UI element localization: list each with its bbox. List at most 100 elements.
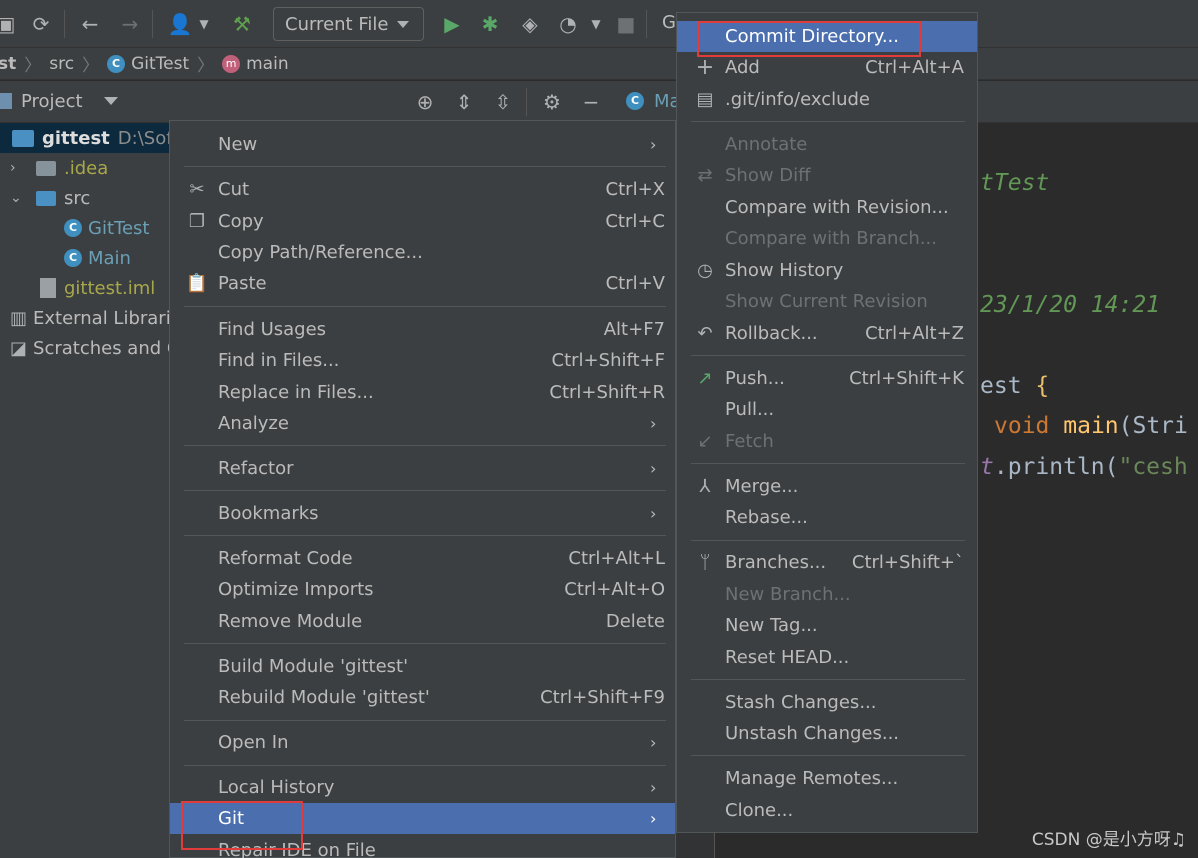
menu-item-show-current-revision[interactable]: Show Current Revision	[677, 286, 977, 317]
menu-item-local-history[interactable]: Local History ›	[170, 772, 675, 803]
menu-item-build-module[interactable]: Build Module 'gittest'	[170, 651, 675, 682]
code-line: 23/1/20 14:21	[980, 292, 1161, 318]
gear-icon[interactable]: ⚙	[538, 88, 566, 116]
expand-all-icon[interactable]: ⇕	[450, 88, 478, 116]
tree-item-label: GitTest	[88, 217, 150, 239]
class-icon: C	[64, 219, 82, 237]
menu-item-merge[interactable]: ⅄ Merge...	[677, 471, 977, 502]
menu-item-new-branch[interactable]: New Branch...	[677, 579, 977, 610]
tree-item-external-libraries[interactable]: ▥ External Librari	[10, 303, 171, 333]
menu-item-compare-revision[interactable]: Compare with Revision...	[677, 192, 977, 223]
menu-item-label: .git/info/exclude	[725, 89, 870, 110]
menu-item-reformat-code[interactable]: Reformat Code Ctrl+Alt+L	[170, 543, 675, 574]
menu-item-paste[interactable]: 📋 Paste Ctrl+V	[170, 268, 675, 299]
menu-item-refactor[interactable]: Refactor ›	[170, 453, 675, 484]
menu-item-find-in-files[interactable]: Find in Files... Ctrl+Shift+F	[170, 345, 675, 376]
menu-item-label: New	[218, 134, 258, 155]
tree-item-scratches[interactable]: ◪ Scratches and C	[10, 333, 179, 363]
git-toolbar-label[interactable]: G	[662, 12, 676, 33]
locate-target-icon[interactable]: ⊕	[411, 88, 439, 116]
menu-item-show-history[interactable]: ◷ Show History	[677, 255, 977, 286]
scratches-icon: ◪	[10, 337, 28, 359]
run-configuration-label: Current File	[285, 13, 389, 35]
menu-item-new-tag[interactable]: New Tag...	[677, 610, 977, 641]
menu-item-optimize-imports[interactable]: Optimize Imports Ctrl+Alt+O	[170, 574, 675, 605]
chevron-right-icon: ›	[650, 459, 657, 478]
tree-item-label: .idea	[64, 157, 109, 179]
menu-item-analyze[interactable]: Analyze ›	[170, 408, 675, 439]
clipboard-icon: 📋	[185, 273, 209, 294]
chevron-right-icon: ›	[650, 135, 657, 154]
menu-item-rebuild-module[interactable]: Rebuild Module 'gittest' Ctrl+Shift+F9	[170, 682, 675, 713]
menu-item-show-diff[interactable]: ⇄ Show Diff	[677, 160, 977, 191]
menu-item-rebase[interactable]: Rebase...	[677, 502, 977, 533]
breadcrumb-project[interactable]: st	[0, 54, 16, 74]
menu-item-unstash-changes[interactable]: Unstash Changes...	[677, 718, 977, 749]
menu-item-cut[interactable]: ✂ Cut Ctrl+X	[170, 174, 675, 205]
breadcrumb-class[interactable]: C GitTest	[107, 54, 189, 74]
tree-item-src[interactable]: ⌄ src	[0, 183, 90, 213]
scissors-icon: ✂	[189, 179, 205, 200]
menu-item-shortcut: Delete	[605, 611, 665, 632]
tree-item-gittest-class[interactable]: C GitTest	[64, 213, 149, 243]
tree-item-iml[interactable]: gittest.iml	[40, 273, 155, 303]
menu-item-copy[interactable]: ❐ Copy Ctrl+C	[170, 206, 675, 237]
menu-item-new[interactable]: New ›	[170, 129, 675, 160]
menu-item-replace-in-files[interactable]: Replace in Files... Ctrl+Shift+R	[170, 377, 675, 408]
breadcrumb-method[interactable]: m main	[222, 53, 289, 74]
menu-item-fetch[interactable]: ↙ Fetch	[677, 426, 977, 457]
menu-item-shortcut: Ctrl+Shift+F	[551, 350, 665, 371]
menu-item-label: Add	[725, 57, 760, 78]
minimize-icon[interactable]: −	[577, 88, 605, 116]
chevron-down-icon[interactable]	[104, 97, 118, 105]
main-toolbar: ▣ ⟳ ← → 👤 ▼ ⚒ Current File ▶ ✱ ◈ ◔ ▼ ■ G	[0, 0, 1198, 48]
project-panel-title[interactable]: Project	[21, 91, 83, 112]
menu-item-push[interactable]: ↗ Push... Ctrl+Shift+K	[677, 363, 977, 394]
forward-arrow-icon[interactable]: →	[116, 10, 144, 38]
sync-icon[interactable]: ⟳	[27, 10, 55, 38]
menu-item-git-exclude[interactable]: ▤ .git/info/exclude	[677, 84, 977, 115]
chevron-down-icon[interactable]: ▼	[190, 10, 218, 38]
menu-item-reset-head[interactable]: Reset HEAD...	[677, 642, 977, 673]
save-icon[interactable]: ▣	[0, 10, 20, 38]
menu-item-find-usages[interactable]: Find Usages Alt+F7	[170, 314, 675, 345]
menu-item-manage-remotes[interactable]: Manage Remotes...	[677, 763, 977, 794]
context-menu: New › ✂ Cut Ctrl+X ❐ Copy Ctrl+C Copy Pa…	[169, 120, 676, 858]
menu-separator	[184, 166, 666, 167]
rollback-icon: ↶	[697, 323, 713, 344]
tree-item-idea[interactable]: › .idea	[0, 153, 108, 183]
back-arrow-icon[interactable]: ←	[76, 10, 104, 38]
toolbar-divider	[64, 10, 65, 38]
coverage-icon[interactable]: ◈	[516, 10, 544, 38]
menu-item-compare-branch[interactable]: Compare with Branch...	[677, 223, 977, 254]
chevron-right-icon[interactable]: ›	[10, 160, 28, 176]
class-icon: C	[107, 54, 126, 73]
chevron-down-icon[interactable]: ▼	[582, 10, 610, 38]
tree-item-main-class[interactable]: C Main	[64, 243, 131, 273]
run-icon[interactable]: ▶	[438, 10, 466, 38]
profiler-icon[interactable]: ◔	[554, 10, 582, 38]
menu-item-pull[interactable]: Pull...	[677, 394, 977, 425]
menu-item-annotate[interactable]: Annotate	[677, 129, 977, 160]
run-configuration-select[interactable]: Current File	[273, 7, 424, 41]
menu-item-label: Compare with Revision...	[725, 197, 949, 218]
library-icon: ▥	[10, 307, 28, 329]
menu-item-open-in[interactable]: Open In ›	[170, 727, 675, 758]
breadcrumb-src[interactable]: src	[49, 54, 74, 74]
build-hammer-icon[interactable]: ⚒	[228, 10, 256, 38]
menu-item-remove-module[interactable]: Remove Module Delete	[170, 606, 675, 637]
menu-item-shortcut: Ctrl+C	[605, 211, 665, 232]
menu-item-label: Find Usages	[218, 319, 327, 340]
menu-item-branches[interactable]: ᛘ Branches... Ctrl+Shift+`	[677, 547, 977, 578]
stop-icon[interactable]: ■	[612, 10, 640, 38]
menu-item-bookmarks[interactable]: Bookmarks ›	[170, 498, 675, 529]
breadcrumb-method-label: main	[246, 53, 289, 74]
diff-arrows-icon: ⇄	[697, 165, 713, 186]
menu-item-copy-path[interactable]: Copy Path/Reference...	[170, 237, 675, 268]
debug-bug-icon[interactable]: ✱	[476, 10, 504, 38]
menu-item-rollback[interactable]: ↶ Rollback... Ctrl+Alt+Z	[677, 318, 977, 349]
chevron-down-icon[interactable]: ⌄	[10, 190, 28, 206]
menu-item-stash-changes[interactable]: Stash Changes...	[677, 687, 977, 718]
menu-item-clone[interactable]: Clone...	[677, 795, 977, 826]
collapse-all-icon[interactable]: ⇳	[489, 88, 517, 116]
